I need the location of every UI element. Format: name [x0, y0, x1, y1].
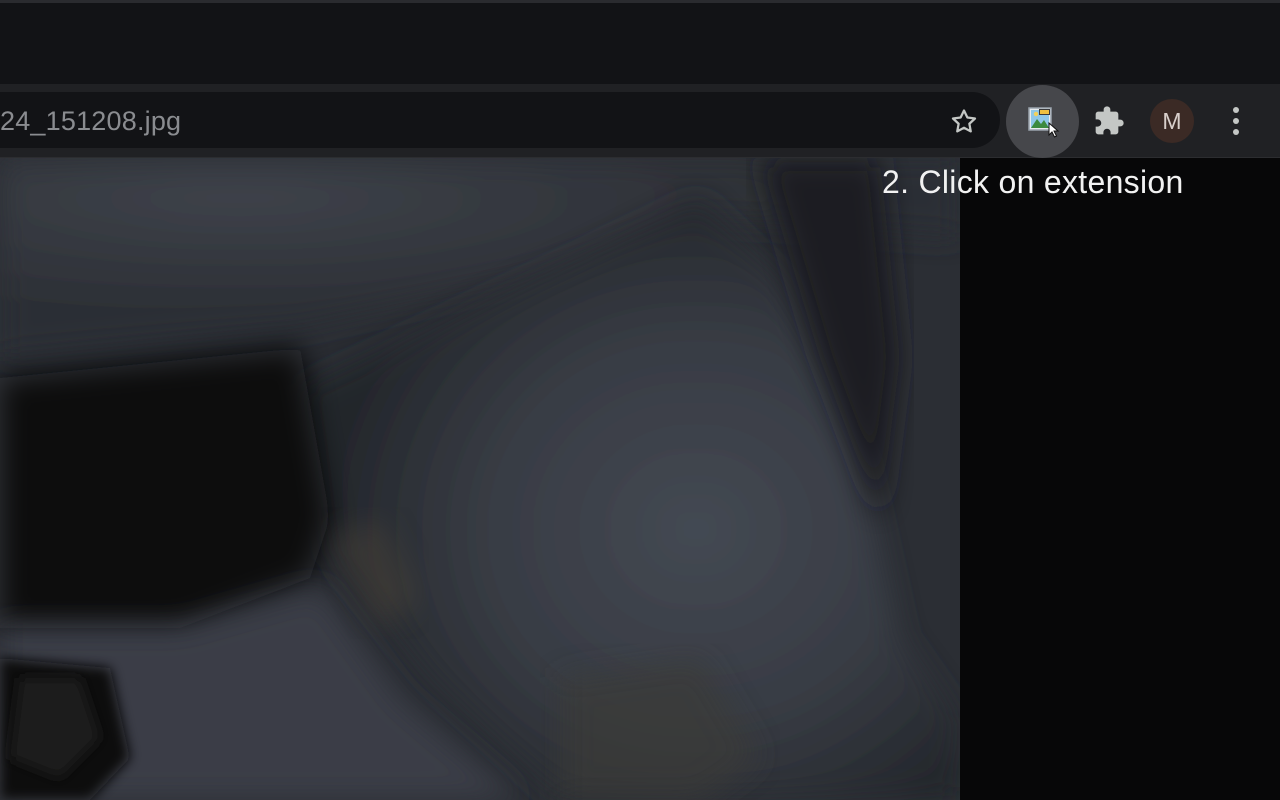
image-url-extension-icon [1027, 106, 1059, 138]
vertical-dots-icon-dot [1233, 118, 1239, 124]
extensions-menu-button[interactable] [1088, 100, 1130, 142]
browser-menu-button[interactable] [1222, 100, 1250, 142]
vertical-dots-icon [1233, 107, 1239, 113]
address-bar-url[interactable]: 24_151208.jpg [0, 106, 181, 137]
star-outline-icon [951, 109, 977, 133]
screen: 24_151208.jpg M 2. Click on extension [0, 0, 1280, 800]
vertical-dots-icon-dot [1233, 129, 1239, 135]
tab-strip [0, 0, 1280, 84]
tutorial-caption: 2. Click on extension [882, 164, 1184, 200]
window-top-edge [0, 0, 1280, 3]
photo-of-fluffy-pet [0, 158, 960, 800]
image-url-extension-button[interactable] [1006, 85, 1079, 158]
profile-initial: M [1162, 107, 1182, 134]
viewed-image [0, 158, 960, 800]
puzzle-piece-icon [1095, 106, 1124, 135]
bookmark-star-button[interactable] [944, 102, 984, 142]
profile-avatar[interactable]: M [1150, 99, 1194, 143]
address-bar[interactable]: 24_151208.jpg [0, 92, 1000, 148]
